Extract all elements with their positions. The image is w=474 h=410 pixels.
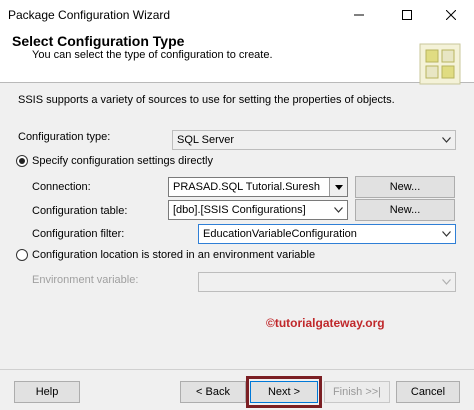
maximize-button[interactable]: [384, 0, 430, 30]
environment-variable-radio[interactable]: [16, 249, 28, 261]
configuration-filter-value: EducationVariableConfiguration: [203, 228, 357, 240]
chevron-down-icon: [438, 273, 455, 291]
minimize-icon: [354, 14, 364, 16]
wizard-header: Select Configuration Type You can select…: [0, 30, 474, 85]
window-title: Package Configuration Wizard: [8, 8, 171, 22]
close-button[interactable]: [428, 0, 474, 30]
maximize-icon: [402, 10, 412, 20]
configuration-filter-label: Configuration filter:: [32, 228, 125, 240]
page-title: Select Configuration Type: [12, 33, 185, 49]
caret-down-icon: [329, 178, 347, 196]
configuration-type-label: Configuration type:: [18, 131, 111, 143]
configuration-table-select[interactable]: [dbo].[SSIS Configurations]: [168, 200, 348, 220]
environment-variable-label: Environment variable:: [32, 274, 139, 286]
next-button-highlight: [246, 376, 322, 408]
configuration-type-value: SQL Server: [177, 134, 235, 146]
back-button[interactable]: < Back: [180, 381, 246, 403]
specify-directly-radio[interactable]: [16, 155, 28, 167]
configuration-type-select[interactable]: SQL Server: [172, 130, 456, 150]
configuration-table-value: [dbo].[SSIS Configurations]: [173, 204, 306, 216]
environment-option-label: Configuration location is stored in an e…: [32, 249, 316, 261]
chevron-down-icon: [438, 225, 455, 243]
configuration-table-label: Configuration table:: [32, 205, 128, 217]
footer-divider: [0, 369, 474, 370]
connection-select[interactable]: PRASAD.SQL Tutorial.Suresh: [168, 177, 348, 197]
connection-label: Connection:: [32, 181, 91, 193]
environment-variable-select[interactable]: [198, 272, 456, 292]
intro-text: SSIS supports a variety of sources to us…: [18, 94, 395, 106]
title-bar: Package Configuration Wizard: [0, 0, 474, 30]
cancel-button[interactable]: Cancel: [396, 381, 460, 403]
help-button[interactable]: Help: [14, 381, 80, 403]
close-icon: [446, 10, 456, 20]
configuration-filter-select[interactable]: EducationVariableConfiguration: [198, 224, 456, 244]
chevron-down-icon: [330, 201, 347, 219]
chevron-down-icon: [438, 131, 455, 149]
minimize-button[interactable]: [336, 0, 382, 30]
connection-value: PRASAD.SQL Tutorial.Suresh: [173, 181, 320, 193]
page-subtitle: You can select the type of configuration…: [32, 49, 273, 61]
finish-button[interactable]: Finish >>|: [324, 381, 390, 403]
configuration-table-new-button[interactable]: New...: [355, 199, 455, 221]
specify-directly-label: Specify configuration settings directly: [32, 155, 213, 167]
connection-new-button[interactable]: New...: [355, 176, 455, 198]
wizard-graphic-icon: [419, 43, 461, 85]
watermark: ©tutorialgateway.org: [266, 316, 385, 330]
